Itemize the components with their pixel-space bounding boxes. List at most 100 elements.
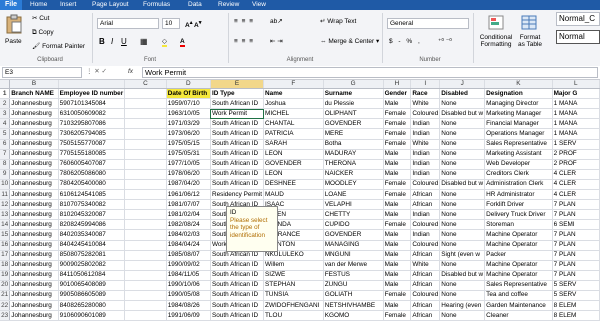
cell[interactable]: South African ID [210,310,265,321]
cell[interactable]: SIZWE [263,270,324,281]
cell[interactable]: Disabled but w [439,108,486,120]
cell[interactable]: Joshua [263,98,324,110]
row-header[interactable]: 16 [0,240,11,251]
cell[interactable]: Johannesburg [9,118,59,130]
column-header-l[interactable]: L [552,80,600,90]
row-header[interactable]: 2 [0,98,11,110]
cell[interactable]: 7 PLAN [552,199,600,211]
cell[interactable]: 8 ELEM [552,310,600,321]
cell[interactable]: Johannesburg [9,270,59,281]
cell[interactable]: Male [383,270,412,281]
hidden-column-gap[interactable] [124,209,167,221]
copy-button[interactable]: ⧉ Copy [32,29,54,37]
cell[interactable]: 1982/08/24 [166,219,211,231]
cell[interactable]: South African ID [210,98,265,110]
grow-font-icon[interactable]: A▴ A▾ [185,19,201,30]
cell[interactable]: None [439,169,486,180]
cell[interactable]: South African ID [210,128,265,140]
hidden-column-gap[interactable] [124,300,167,312]
cell[interactable]: 7 PLAN [552,229,600,241]
hidden-column-gap[interactable] [124,260,167,271]
hidden-column-gap[interactable] [124,179,167,191]
cell[interactable]: GOVENDER [323,229,384,241]
cell[interactable]: Johannesburg [9,300,59,312]
column-header-k[interactable]: K [484,80,553,90]
cell[interactable]: 1 MANA [552,108,600,120]
cell[interactable]: GOVENDER [263,159,324,170]
style-normal[interactable]: Normal [556,30,600,44]
cell[interactable]: White [410,139,441,150]
row-header[interactable]: 17 [0,250,11,261]
header-cell[interactable]: Date Of Birth [166,88,211,100]
cell[interactable]: Indian [410,128,441,140]
orientation-icon[interactable]: ab↗ [270,18,283,26]
cell[interactable]: 1 MANA [552,128,600,140]
cell[interactable]: Machine Operator [484,229,553,241]
cell[interactable]: 1977/10/05 [166,159,211,170]
cell[interactable]: Female [383,118,412,130]
column-header-g[interactable]: G [323,80,384,90]
row-header[interactable]: 15 [0,229,11,241]
cell[interactable]: Female [383,219,412,231]
cell[interactable]: Johannesburg [9,229,59,241]
cell[interactable]: 7 PLAN [552,240,600,251]
row-header[interactable]: 8 [0,159,11,170]
cell[interactable]: Storeman [484,219,553,231]
cell[interactable]: Johannesburg [9,310,59,321]
formula-input[interactable]: Work Permit [142,67,598,78]
cell[interactable]: VELAPHI [323,199,384,211]
cell[interactable]: Creditors Clerk [484,169,553,180]
row-header[interactable]: 22 [0,300,11,312]
number-format-buttons[interactable]: $ - % , [389,38,422,46]
cell[interactable]: Tea and coffee [484,290,553,302]
cell[interactable]: 8102045320087 [58,209,126,221]
cell[interactable]: MICHEL [263,108,324,120]
cell[interactable]: 1984/08/26 [166,300,211,312]
cell[interactable]: 7103295807086 [58,118,126,130]
cell[interactable]: Johannesburg [9,219,59,231]
cell[interactable]: Johannesburg [9,98,59,110]
cell[interactable]: Male [383,300,412,312]
row-header[interactable]: 21 [0,290,11,302]
row-header[interactable]: 7 [0,149,11,160]
cell[interactable]: Managing Director [484,98,553,110]
underline-button[interactable]: U [121,38,127,46]
cell[interactable]: 1978/06/20 [166,169,211,180]
row-header[interactable]: 12 [0,199,11,211]
column-header-h[interactable]: H [383,80,412,90]
cell[interactable]: 4 CLER [552,189,600,201]
tab-page-layout[interactable]: Page Layout [92,0,129,10]
cell[interactable]: White [410,98,441,110]
cell[interactable]: African [410,189,441,201]
fx-icon[interactable]: fx [128,68,133,76]
cell[interactable]: 7804205400080 [58,179,126,191]
cell[interactable]: None [439,219,486,231]
cell[interactable]: Johannesburg [9,108,59,120]
cell[interactable]: None [439,240,486,251]
cell[interactable]: MNGUNI [323,250,384,261]
cell[interactable]: South African ID [210,300,265,312]
cell[interactable]: Coloured [410,290,441,302]
cell[interactable]: 7806205086080 [58,169,126,180]
hidden-column-gap[interactable] [124,139,167,150]
hidden-column-gap[interactable] [124,229,167,241]
cell[interactable]: None [439,159,486,170]
hidden-column-gap[interactable] [58,80,126,90]
cell[interactable]: 6310050609082 [58,108,126,120]
cell[interactable]: Male [383,260,412,271]
header-cell[interactable]: Employee ID number [58,88,126,100]
cell[interactable]: SARAH [263,139,324,150]
cell[interactable]: CUPIDO [323,219,384,231]
header-cell[interactable]: Disabled [439,88,486,100]
cell[interactable]: Johannesburg [9,260,59,271]
tab-formulas[interactable]: Formulas [143,0,170,10]
cell[interactable]: None [439,118,486,130]
cell[interactable]: Coloured [410,108,441,120]
cell[interactable]: Machine Operator [484,240,553,251]
cell[interactable]: South African ID [210,270,265,281]
cell[interactable]: Female [383,108,412,120]
cell[interactable]: NETSHIVHAMBE [323,300,384,312]
cell[interactable]: Male [383,240,412,251]
column-header-b[interactable]: B [9,80,59,90]
cell[interactable]: Indian [410,169,441,180]
